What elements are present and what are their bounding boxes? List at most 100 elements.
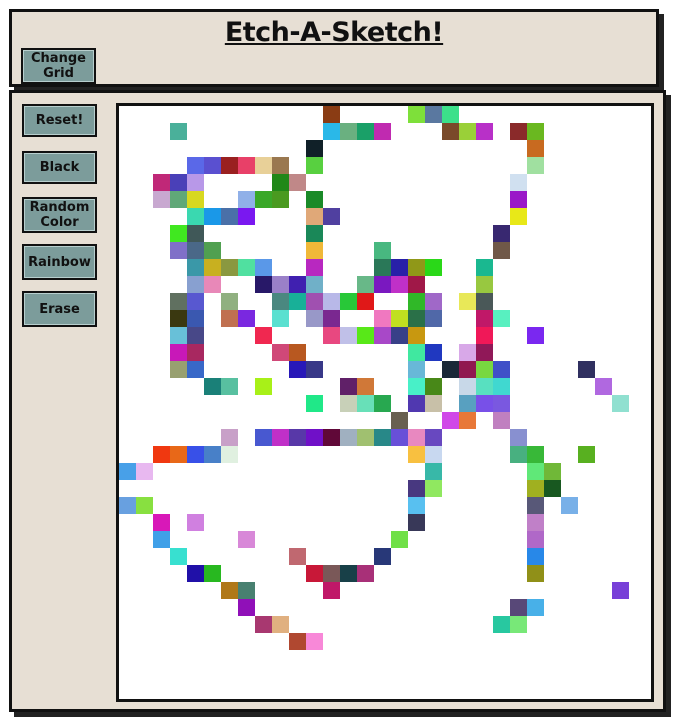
grid-cell[interactable] [357,293,374,310]
grid-cell[interactable] [459,378,476,395]
grid-cell[interactable] [493,310,510,327]
grid-cell[interactable] [476,276,493,293]
grid-cell[interactable] [459,412,476,429]
grid-cell[interactable] [374,395,391,412]
grid-cell[interactable] [187,361,204,378]
grid-cell[interactable] [357,327,374,344]
grid-cell[interactable] [187,344,204,361]
grid-cell[interactable] [340,327,357,344]
grid-cell[interactable] [374,327,391,344]
grid-cell[interactable] [510,446,527,463]
grid-cell[interactable] [204,378,221,395]
grid-cell[interactable] [340,123,357,140]
grid-cell[interactable] [527,123,544,140]
grid-cell[interactable] [187,174,204,191]
grid-cell[interactable] [306,293,323,310]
grid-cell[interactable] [187,310,204,327]
grid-cell[interactable] [459,361,476,378]
grid-cell[interactable] [255,259,272,276]
grid-cell[interactable] [289,293,306,310]
grid-cell[interactable] [255,327,272,344]
grid-cell[interactable] [408,378,425,395]
grid-cell[interactable] [476,310,493,327]
grid-cell[interactable] [544,463,561,480]
grid-cell[interactable] [510,174,527,191]
grid-cell[interactable] [119,463,136,480]
grid-cell[interactable] [289,361,306,378]
grid-cell[interactable] [323,429,340,446]
grid-cell[interactable] [391,259,408,276]
grid-cell[interactable] [204,208,221,225]
grid-cell[interactable] [510,208,527,225]
grid-cell[interactable] [306,565,323,582]
grid-cell[interactable] [425,259,442,276]
grid-cell[interactable] [170,242,187,259]
grid-cell[interactable] [340,565,357,582]
grid-cell[interactable] [391,327,408,344]
grid-cell[interactable] [255,616,272,633]
grid-cell[interactable] [476,395,493,412]
grid-cell[interactable] [187,208,204,225]
grid-cell[interactable] [527,565,544,582]
grid-cell[interactable] [527,157,544,174]
grid-cell[interactable] [374,429,391,446]
grid-cell[interactable] [170,174,187,191]
grid-cell[interactable] [272,276,289,293]
grid-cell[interactable] [221,293,238,310]
grid-cell[interactable] [221,259,238,276]
grid-cell[interactable] [238,259,255,276]
grid-cell[interactable] [238,208,255,225]
grid-cell[interactable] [357,395,374,412]
grid-cell[interactable] [306,225,323,242]
grid-cell[interactable] [578,446,595,463]
grid-cell[interactable] [527,531,544,548]
grid-cell[interactable] [272,429,289,446]
grid-cell[interactable] [306,361,323,378]
grid-cell[interactable] [238,310,255,327]
grid-cell[interactable] [153,531,170,548]
grid-cell[interactable] [527,548,544,565]
grid-cell[interactable] [476,123,493,140]
grid-cell[interactable] [408,446,425,463]
grid-cell[interactable] [612,582,629,599]
grid-cell[interactable] [510,123,527,140]
grid-cell[interactable] [340,293,357,310]
grid-cell[interactable] [306,191,323,208]
grid-cell[interactable] [289,429,306,446]
grid-cell[interactable] [323,106,340,123]
grid-cell[interactable] [425,106,442,123]
grid-cell[interactable] [170,361,187,378]
grid-cell[interactable] [391,429,408,446]
grid-cell[interactable] [170,446,187,463]
grid-cell[interactable] [408,497,425,514]
grid-cell[interactable] [187,225,204,242]
grid-cell[interactable] [153,446,170,463]
grid-cell[interactable] [476,378,493,395]
grid-cell[interactable] [136,497,153,514]
grid-cell[interactable] [136,463,153,480]
grid-cell[interactable] [408,106,425,123]
grid-canvas[interactable] [119,106,651,699]
grid-cell[interactable] [544,480,561,497]
grid-cell[interactable] [442,123,459,140]
grid-cell[interactable] [221,157,238,174]
grid-cell[interactable] [187,191,204,208]
grid-cell[interactable] [408,276,425,293]
grid-cell[interactable] [170,123,187,140]
grid-cell[interactable] [459,123,476,140]
grid-cell[interactable] [306,259,323,276]
grid-cell[interactable] [408,395,425,412]
grid-cell[interactable] [476,361,493,378]
grid-cell[interactable] [289,344,306,361]
grid-cell[interactable] [408,361,425,378]
grid-cell[interactable] [425,429,442,446]
grid-cell[interactable] [408,514,425,531]
grid-cell[interactable] [187,276,204,293]
grid-cell[interactable] [425,463,442,480]
grid-cell[interactable] [408,293,425,310]
grid-cell[interactable] [493,616,510,633]
grid-cell[interactable] [289,633,306,650]
grid-cell[interactable] [442,361,459,378]
grid-cell[interactable] [493,412,510,429]
grid-cell[interactable] [170,225,187,242]
